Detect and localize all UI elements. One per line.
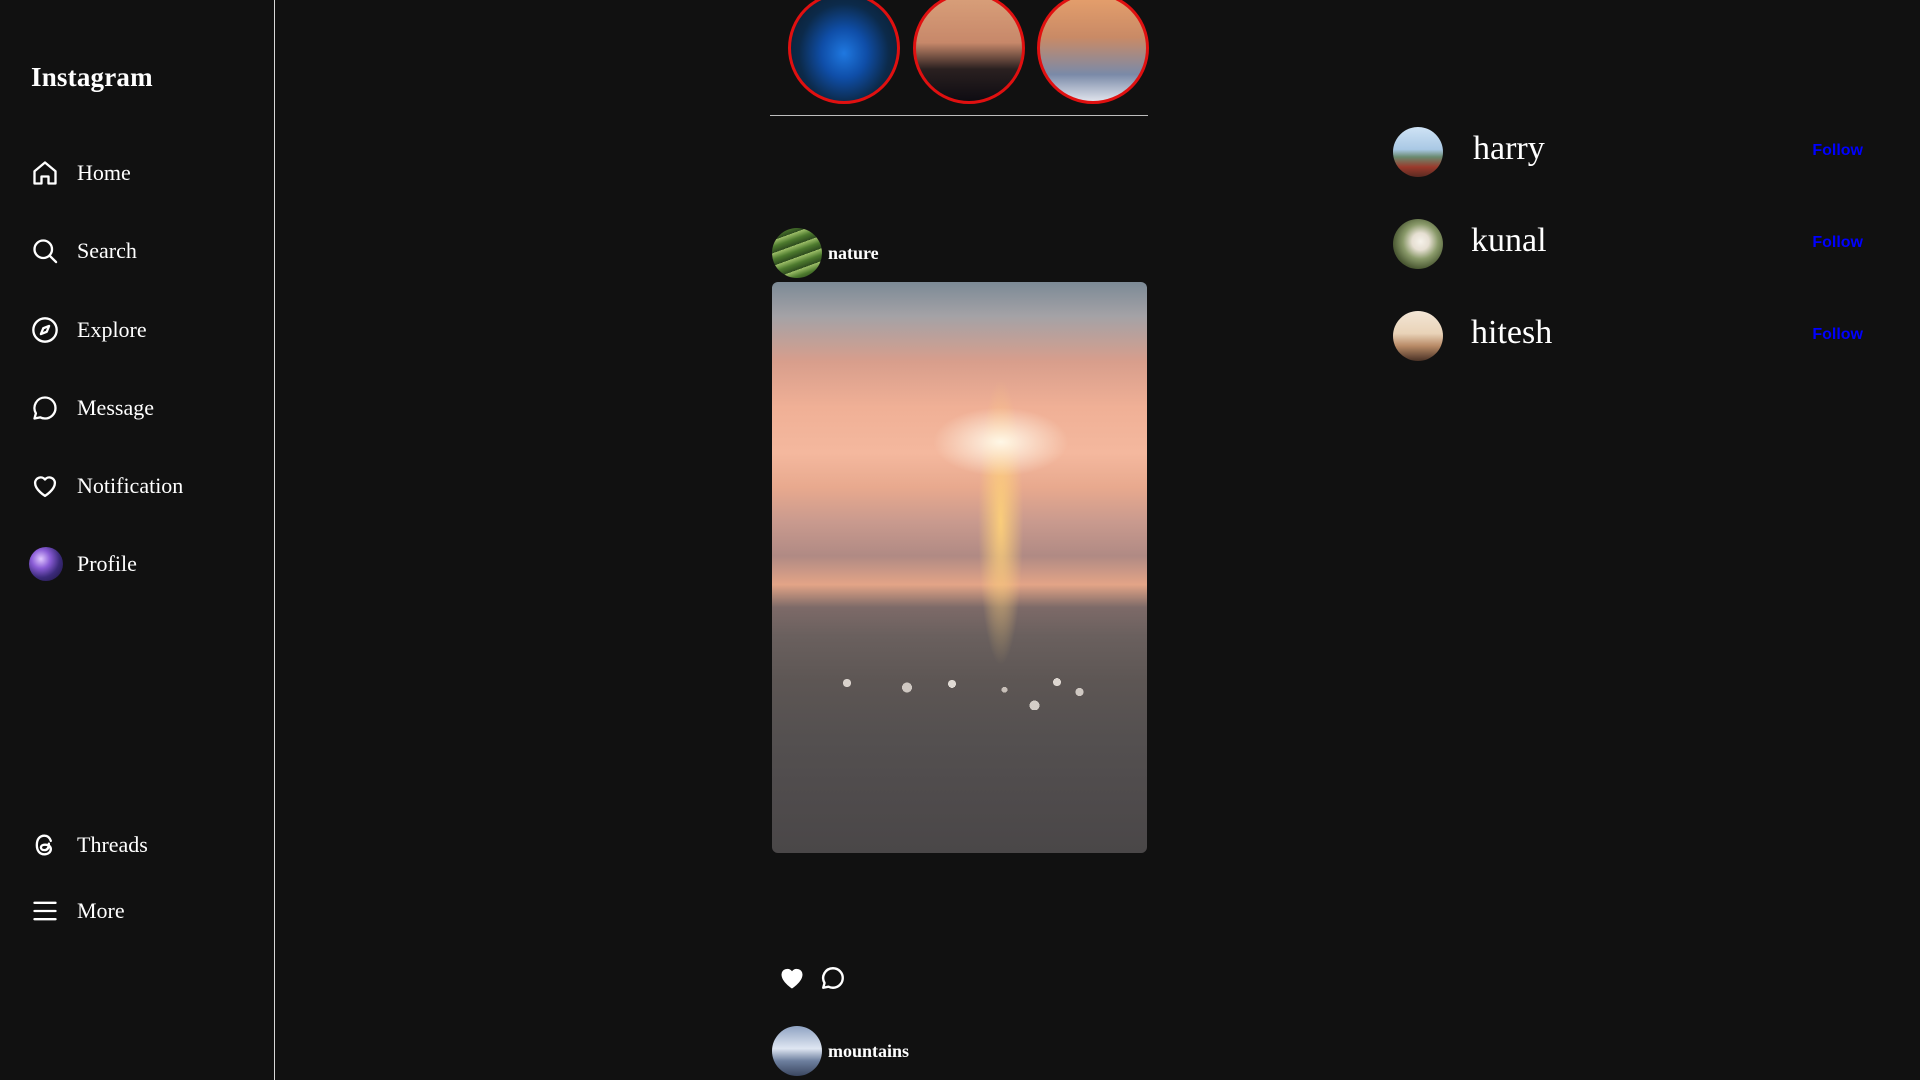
follow-button[interactable]: Follow [1812, 142, 1863, 160]
comment-icon[interactable] [820, 965, 846, 991]
suggestion-username[interactable]: harry [1473, 130, 1545, 168]
post-header: mountains [772, 1026, 909, 1076]
suggestion-avatar[interactable] [1393, 219, 1443, 269]
post-avatar[interactable] [772, 1026, 822, 1076]
threads-icon [30, 830, 60, 860]
suggestion-row: kunal Follow [1393, 218, 1863, 270]
sidebar-item-threads[interactable]: Threads [30, 828, 148, 862]
post-image[interactable] [772, 282, 1147, 853]
sidebar-item-label: Explore [77, 317, 147, 342]
sidebar-item-search[interactable]: Search [30, 234, 137, 268]
search-icon [30, 236, 60, 266]
story-item[interactable] [913, 0, 1025, 104]
sidebar-item-label: Profile [77, 551, 137, 576]
sidebar-item-label: Message [77, 395, 154, 420]
sidebar-item-label: Search [77, 238, 137, 263]
sidebar-item-label: Threads [77, 832, 148, 857]
sidebar-item-label: Notification [77, 473, 184, 498]
sidebar-item-explore[interactable]: Explore [30, 313, 147, 347]
post-username[interactable]: mountains [828, 1041, 909, 1062]
post-avatar[interactable] [772, 228, 822, 278]
suggestion-row: hitesh Follow [1393, 310, 1863, 362]
post-image-detail [772, 664, 1147, 711]
sidebar-item-home[interactable]: Home [30, 156, 131, 190]
home-icon [30, 158, 60, 188]
follow-button[interactable]: Follow [1812, 326, 1863, 344]
heart-icon [30, 471, 60, 501]
brand-logo[interactable]: Instagram [31, 62, 153, 93]
sidebar: Instagram Home Search Explore Message No… [0, 0, 275, 1080]
sidebar-item-profile[interactable]: Profile [29, 547, 137, 581]
sidebar-item-label: Home [77, 160, 131, 185]
message-bubble-icon [30, 393, 60, 423]
sidebar-item-more[interactable]: More [30, 894, 125, 928]
sidebar-item-notification[interactable]: Notification [30, 469, 183, 503]
suggestion-avatar[interactable] [1393, 311, 1443, 361]
suggestion-row: harry Follow [1393, 126, 1863, 178]
post-header: nature [772, 228, 879, 278]
story-item[interactable] [1037, 0, 1149, 104]
sidebar-item-label: More [77, 898, 125, 923]
menu-icon [30, 896, 60, 926]
story-item[interactable] [788, 0, 900, 104]
suggestion-avatar[interactable] [1393, 127, 1443, 177]
sidebar-item-message[interactable]: Message [30, 391, 154, 425]
suggestion-username[interactable]: hitesh [1471, 314, 1552, 352]
profile-avatar [29, 547, 63, 581]
like-heart-icon[interactable] [778, 964, 806, 992]
post-username[interactable]: nature [828, 243, 879, 264]
compass-icon [30, 315, 60, 345]
post-actions [778, 964, 860, 992]
follow-button[interactable]: Follow [1812, 234, 1863, 252]
stories-bar [770, 0, 1149, 116]
suggestion-username[interactable]: kunal [1471, 222, 1547, 260]
